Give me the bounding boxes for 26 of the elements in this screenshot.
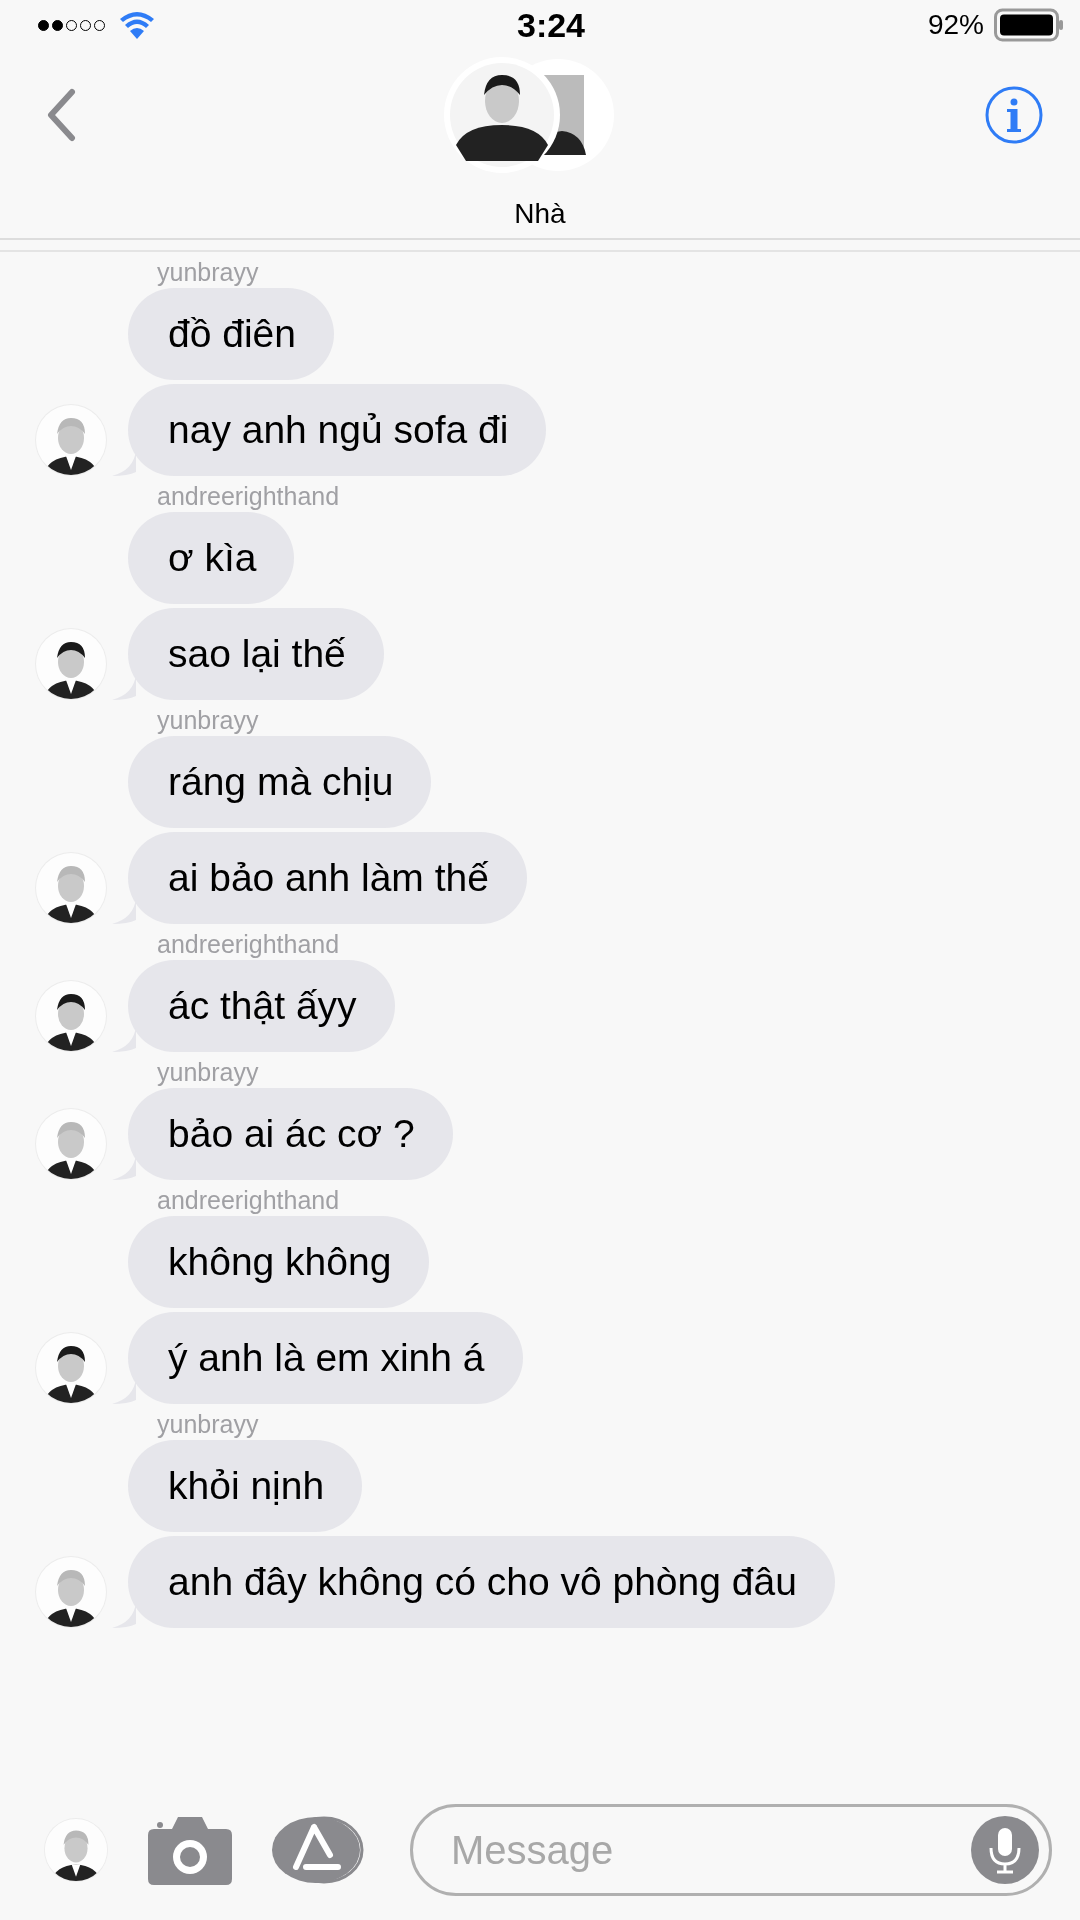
camera-icon[interactable]: [148, 1815, 232, 1885]
info-icon[interactable]: [984, 85, 1044, 145]
sender-name: andreerighthand: [157, 1185, 340, 1216]
message-bubble: ơ kìa: [128, 512, 295, 604]
microphone-icon[interactable]: [971, 1816, 1039, 1884]
sender-name: yunbrayy: [157, 705, 259, 736]
back-icon[interactable]: [46, 88, 76, 142]
message-bubble: đồ điên: [128, 288, 334, 380]
message-bubble: ráng mà chịu: [128, 736, 432, 828]
sender-name: andreerighthand: [157, 481, 340, 512]
sender-name: yunbrayy: [157, 1057, 259, 1088]
conversation-title[interactable]: Nhà: [514, 198, 566, 230]
sender-name: yunbrayy: [157, 1409, 259, 1440]
battery-icon: [994, 8, 1064, 42]
message-bar[interactable]: Message: [410, 1804, 1052, 1896]
sender-name: yunbrayy: [157, 257, 259, 288]
battery-percent: 92%: [927, 9, 984, 41]
message-bubble: không không: [128, 1216, 430, 1308]
message-bubble: khỏi nịnh: [128, 1440, 363, 1532]
app-store-icon[interactable]: [272, 1815, 364, 1885]
sender-name: andreerighthand: [157, 929, 340, 960]
signal-dot: [38, 19, 49, 31]
signal-dot: [52, 19, 63, 31]
wifi-icon: [119, 11, 155, 39]
message-field[interactable]: Message: [449, 1826, 971, 1874]
status-time: 3:24: [516, 5, 586, 45]
